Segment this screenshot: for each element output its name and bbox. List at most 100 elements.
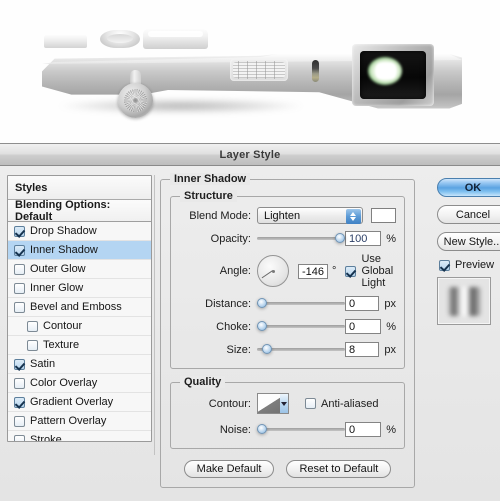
layer-style-dialog: Layer Style Styles Blending Options: Def… [0,143,500,501]
style-row-outer-glow[interactable]: Outer Glow [8,260,151,279]
noise-slider-knob[interactable] [257,424,267,434]
noise-slider[interactable] [257,422,345,437]
blending-options-row[interactable]: Blending Options: Default [8,199,151,223]
size-slider-knob[interactable] [262,344,272,354]
size-slider[interactable] [257,342,345,357]
ok-button[interactable]: OK [437,178,500,197]
camera-shutter-dial-inner [107,34,133,43]
styles-list[interactable]: Styles Blending Options: Default Drop Sh… [7,175,152,442]
checkbox-preview[interactable] [439,259,450,271]
opacity-row: Opacity: 100 % [179,230,396,247]
style-row-inner-glow[interactable]: Inner Glow [8,279,151,298]
style-label-inner-glow: Inner Glow [30,282,84,294]
style-label-stroke: Stroke [30,434,62,442]
distance-input[interactable]: 0 [345,296,380,311]
camera-image [0,0,500,143]
style-label-contour: Contour [43,320,83,332]
opacity-slider-knob[interactable] [335,233,345,243]
checkbox-gradient-overlay[interactable] [14,396,25,408]
size-label: Size: [226,343,251,356]
preview-control[interactable]: Preview [439,259,500,271]
camera-photo-canvas [0,0,500,143]
default-buttons: Make Default Reset to Default [170,460,405,478]
styles-header-label: Styles [15,181,48,194]
reset-to-default-button[interactable]: Reset to Default [286,460,392,478]
angle-dial-center [271,269,275,273]
dialog-titlebar[interactable]: Layer Style [0,144,500,166]
style-label-color-overlay: Color Overlay [30,377,98,389]
style-label-drop-shadow: Drop Shadow [30,225,97,237]
preview-thumbnail-image [448,287,481,316]
panel-divider [154,175,155,455]
dialog-body: Styles Blending Options: Default Drop Sh… [0,166,500,501]
chevron-down-icon[interactable] [280,394,288,413]
choke-slider-knob[interactable] [257,321,267,331]
camera-knob-center [133,98,138,103]
camera-dial-left [44,34,87,48]
contour-preset-picker[interactable] [257,393,289,414]
blend-mode-select[interactable]: Lighten [257,207,363,224]
size-input[interactable]: 8 [345,342,380,357]
style-label-satin: Satin [30,358,56,370]
checkbox-anti-aliased[interactable] [305,398,316,409]
noise-label: Noise: [219,423,251,436]
opacity-input[interactable]: 100 [345,231,382,246]
choke-slider-track [257,325,345,328]
style-row-inner-shadow[interactable]: Inner Shadow [8,241,151,260]
checkbox-texture[interactable] [27,339,38,351]
style-row-contour[interactable]: Contour [8,317,151,336]
noise-slider-track [257,428,345,431]
noise-input[interactable]: 0 [345,422,382,437]
camera-body-shadow [56,98,306,114]
choke-label: Choke: [216,320,251,333]
noise-row: Noise: 0 % [179,421,396,438]
anti-aliased-label: Anti-aliased [321,397,379,410]
style-row-texture[interactable]: Texture [8,336,151,355]
distance-unit: px [384,297,396,310]
styles-column: Styles Blending Options: Default Drop Sh… [7,175,152,442]
checkbox-bevel-and-emboss[interactable] [14,301,25,313]
preview-thumbnail [437,277,491,325]
style-row-stroke[interactable]: Stroke [8,431,151,442]
style-row-bevel-and-emboss[interactable]: Bevel and Emboss [8,298,151,317]
opacity-slider[interactable] [257,231,345,246]
angle-dial[interactable] [257,255,289,287]
shadow-color-swatch[interactable] [370,208,396,223]
cancel-button[interactable]: Cancel [437,205,500,224]
checkbox-satin[interactable] [14,358,25,370]
distance-slider-knob[interactable] [257,298,267,308]
anti-aliased-control[interactable]: Anti-aliased [305,398,378,410]
opacity-label: Opacity: [210,232,251,245]
make-default-button[interactable]: Make Default [183,460,275,478]
checkbox-pattern-overlay[interactable] [14,415,25,427]
contour-label: Contour: [208,397,251,410]
checkbox-inner-glow[interactable] [14,282,25,294]
checkbox-inner-shadow[interactable] [14,244,25,256]
camera-grille [230,59,288,81]
screen-root: Layer Style Styles Blending Options: Def… [0,0,500,501]
checkbox-use-global-light[interactable] [345,265,357,277]
checkbox-outer-glow[interactable] [14,263,25,275]
distance-label: Distance: [205,297,251,310]
angle-input[interactable]: -146 [298,263,329,279]
style-row-pattern-overlay[interactable]: Pattern Overlay [8,412,151,431]
structure-group: Structure Blend Mode: Lighten Opacity: 1… [170,190,405,369]
style-row-gradient-overlay[interactable]: Gradient Overlay [8,393,151,412]
angle-unit: ° [332,265,337,277]
choke-unit: % [386,320,396,333]
style-label-inner-shadow: Inner Shadow [30,244,98,256]
style-row-satin[interactable]: Satin [8,355,151,374]
choke-slider[interactable] [257,319,345,334]
inner-shadow-panel: Inner Shadow Structure Blend Mode: Light… [160,173,415,488]
checkbox-contour[interactable] [27,320,38,332]
chevron-updown-icon[interactable] [345,209,361,224]
new-style-button[interactable]: New Style... [437,232,500,251]
style-row-drop-shadow[interactable]: Drop Shadow [8,222,151,241]
checkbox-color-overlay[interactable] [14,377,25,389]
checkbox-drop-shadow[interactable] [14,225,25,237]
style-row-color-overlay[interactable]: Color Overlay [8,374,151,393]
checkbox-stroke[interactable] [14,434,25,441]
camera-port [312,60,319,82]
distance-slider[interactable] [257,296,345,311]
choke-input[interactable]: 0 [345,319,382,334]
